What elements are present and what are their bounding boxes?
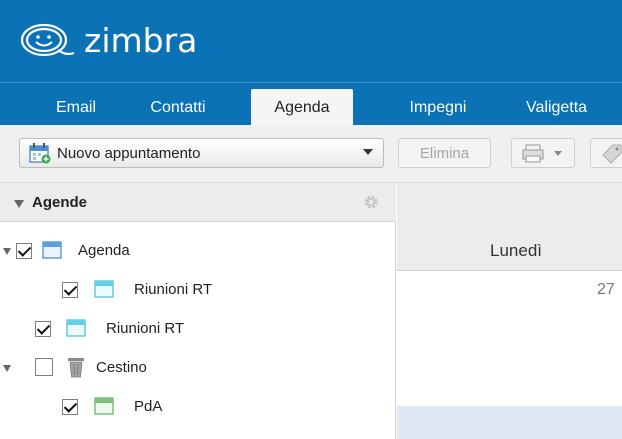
- checkbox-pda[interactable]: [62, 399, 78, 415]
- expand-triangle-icon[interactable]: [3, 365, 11, 372]
- zimbra-logo[interactable]: zimbra: [18, 18, 197, 62]
- day-name: Lunedì: [490, 241, 542, 260]
- tree-item-label: Agenda: [78, 242, 130, 259]
- gear-icon[interactable]: [363, 194, 379, 210]
- new-appointment-button[interactable]: Nuovo appuntamento: [19, 138, 384, 168]
- delete-button[interactable]: Elimina: [398, 138, 491, 168]
- calendar-day-header: Lunedì: [397, 183, 622, 271]
- tag-button[interactable]: [590, 138, 622, 168]
- tree-item-pda[interactable]: PdA: [0, 393, 396, 423]
- expand-triangle-icon[interactable]: [3, 248, 11, 255]
- tree-item-riunioni-rt-child[interactable]: Riunioni RT: [0, 276, 396, 306]
- tree-item-label: Cestino: [96, 359, 147, 376]
- new-appointment-label: Nuovo appuntamento: [57, 144, 201, 162]
- tab-email[interactable]: Email: [48, 89, 104, 126]
- tree-item-label: Riunioni RT: [106, 320, 185, 337]
- app-tab-bar: Email Contatti Agenda Impegni Valigetta: [0, 82, 622, 126]
- chevron-down-icon[interactable]: [363, 149, 373, 155]
- print-icon: [522, 144, 562, 163]
- app-header: zimbra: [0, 0, 622, 82]
- tree-item-riunioni-rt[interactable]: Riunioni RT: [0, 315, 396, 345]
- collapse-triangle-icon[interactable]: [14, 200, 24, 208]
- tree-item-cestino[interactable]: Cestino: [0, 354, 396, 384]
- tree-item-agenda[interactable]: Agenda: [0, 237, 396, 267]
- tab-contatti[interactable]: Contatti: [132, 89, 224, 126]
- logo-text: zimbra: [84, 20, 198, 60]
- agende-panel-header[interactable]: Agende: [0, 183, 396, 222]
- calendar-icon: [42, 241, 62, 259]
- calendar-allday-strip[interactable]: [397, 406, 622, 439]
- print-button[interactable]: [511, 138, 575, 168]
- checkbox-cestino[interactable]: [35, 358, 53, 376]
- calendar-add-icon: [29, 143, 51, 164]
- toolbar: Nuovo appuntamento Elimina: [0, 125, 622, 183]
- trash-icon: [68, 358, 84, 378]
- tab-impegni[interactable]: Impegni: [395, 89, 481, 126]
- tag-icon: [602, 144, 622, 164]
- checkbox-riunioni-rt[interactable]: [35, 321, 51, 337]
- zimbra-logo-icon: [20, 23, 75, 57]
- calendar-icon: [94, 280, 114, 298]
- tab-agenda[interactable]: Agenda: [251, 89, 353, 126]
- tree-item-label: Riunioni RT: [134, 281, 213, 298]
- checkbox-riunioni-rt-child[interactable]: [62, 282, 78, 298]
- day-number[interactable]: 27: [597, 281, 615, 299]
- tab-valigetta[interactable]: Valigetta: [510, 89, 622, 126]
- calendar-icon: [66, 319, 86, 337]
- tree-item-label: PdA: [134, 398, 163, 415]
- checkbox-agenda[interactable]: [16, 243, 32, 259]
- calendar-list-panel: Agende Agenda Riunioni RT Riunioni RT Ce…: [0, 183, 396, 439]
- calendar-icon: [94, 397, 114, 415]
- panel-title: Agende: [32, 194, 88, 211]
